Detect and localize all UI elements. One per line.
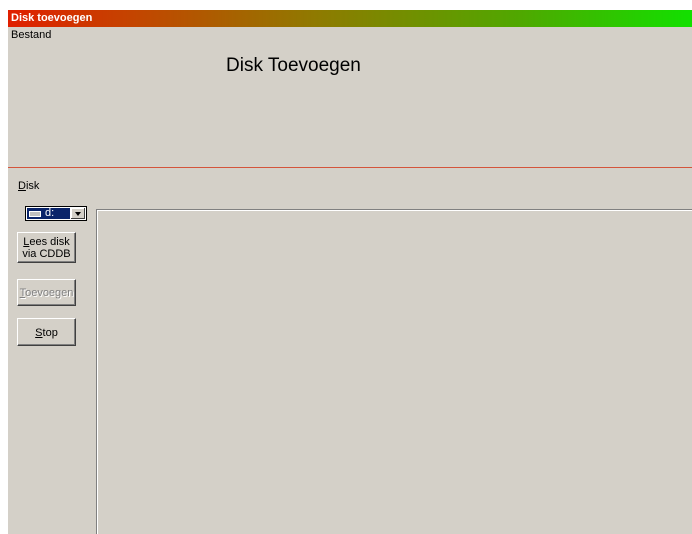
drive-select-value: d: xyxy=(45,207,55,219)
header-divider xyxy=(8,167,692,168)
drive-select-highlight: d: xyxy=(27,207,70,219)
title-bar[interactable]: Disk toevoegen xyxy=(8,10,692,27)
drive-icon xyxy=(29,211,41,217)
disk-content-panel[interactable] xyxy=(96,209,692,534)
chevron-down-icon xyxy=(75,212,81,216)
lees-button-line2: via CDDB xyxy=(22,248,71,260)
menu-bestand[interactable]: Bestand xyxy=(11,29,51,41)
window-title: Disk toevoegen xyxy=(11,12,93,24)
stop-button-mnemonic: S xyxy=(35,327,43,339)
page-title: Disk Toevoegen xyxy=(226,55,361,76)
disk-toevoegen-window: Disk toevoegen Bestand Disk Toevoegen Di… xyxy=(8,10,692,534)
lees-disk-cddb-button[interactable]: Lees disk via CDDB xyxy=(17,232,76,263)
stop-button[interactable]: Stop xyxy=(17,318,76,346)
toevoegen-button[interactable]: Toevoegen xyxy=(17,279,76,306)
lees-button-line1: Lees disk xyxy=(18,236,75,248)
drive-select-dropdown-button[interactable] xyxy=(71,208,85,219)
drive-select[interactable]: d: xyxy=(25,206,87,221)
toevoegen-button-rest: oevoegen xyxy=(25,287,74,299)
lees-button-line1-rest: ees disk xyxy=(29,236,70,248)
disk-label-rest: isk xyxy=(25,180,40,192)
disk-label: Disk xyxy=(18,180,39,192)
disk-label-mnemonic: D xyxy=(18,180,26,192)
menu-bar: Bestand xyxy=(8,28,692,42)
stop-button-rest: top xyxy=(42,327,58,339)
